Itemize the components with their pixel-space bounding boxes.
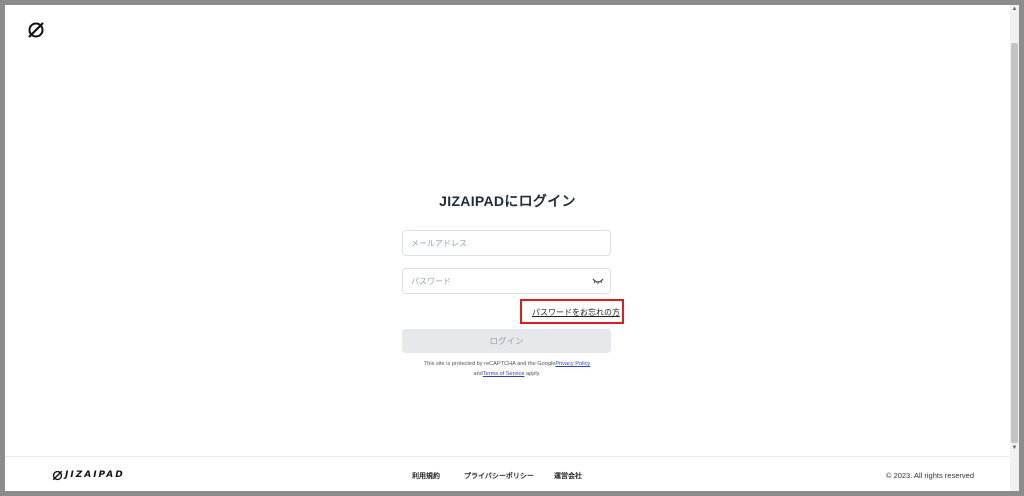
browser-viewport: JIZAIPADにログイン パスワードをお忘れの方 ログイン This site… [5, 5, 1019, 491]
recaptcha-notice: This site is protected by reCAPTCHA and … [395, 359, 619, 379]
footer-link-terms[interactable]: 利用規約 [412, 471, 440, 481]
footer-link-privacy[interactable]: プライバシーポリシー [464, 471, 534, 481]
eye-closed-icon[interactable] [592, 277, 604, 286]
jizaipad-mark-icon[interactable] [27, 21, 45, 39]
copyright: © 2023. All rights reserved [885, 471, 974, 480]
terms-of-service-link[interactable]: Terms of Service [483, 371, 525, 377]
vertical-scrollbar[interactable]: ▲ ▼ [1010, 5, 1019, 491]
scrollbar-thumb[interactable] [1011, 43, 1018, 443]
footer: JIZAIPAD 利用規約 プライバシーポリシー 運営会社 © 2023. Al… [5, 456, 1010, 491]
privacy-policy-link[interactable]: Privacy Policy [555, 361, 590, 367]
footer-logo-text: JIZAIPAD [65, 470, 125, 480]
email-field[interactable] [402, 230, 611, 256]
scroll-down-icon[interactable]: ▼ [1010, 444, 1019, 453]
email-input[interactable] [403, 231, 591, 255]
page-title: JIZAIPADにログイン [439, 193, 576, 209]
password-field[interactable] [402, 268, 611, 294]
recaptcha-and: and [473, 371, 483, 377]
scroll-up-icon[interactable]: ▲ [1010, 5, 1019, 14]
forgot-password-link[interactable]: パスワードをお忘れの方 [532, 307, 620, 318]
recaptcha-suffix: apply. [524, 371, 541, 377]
footer-logo[interactable]: JIZAIPAD [52, 469, 125, 481]
login-button[interactable]: ログイン [402, 329, 611, 353]
recaptcha-prefix: This site is protected by reCAPTCHA and … [423, 361, 556, 367]
jizaipad-mark-icon [52, 470, 63, 480]
footer-link-company[interactable]: 運営会社 [554, 471, 582, 481]
password-input[interactable] [403, 269, 591, 293]
